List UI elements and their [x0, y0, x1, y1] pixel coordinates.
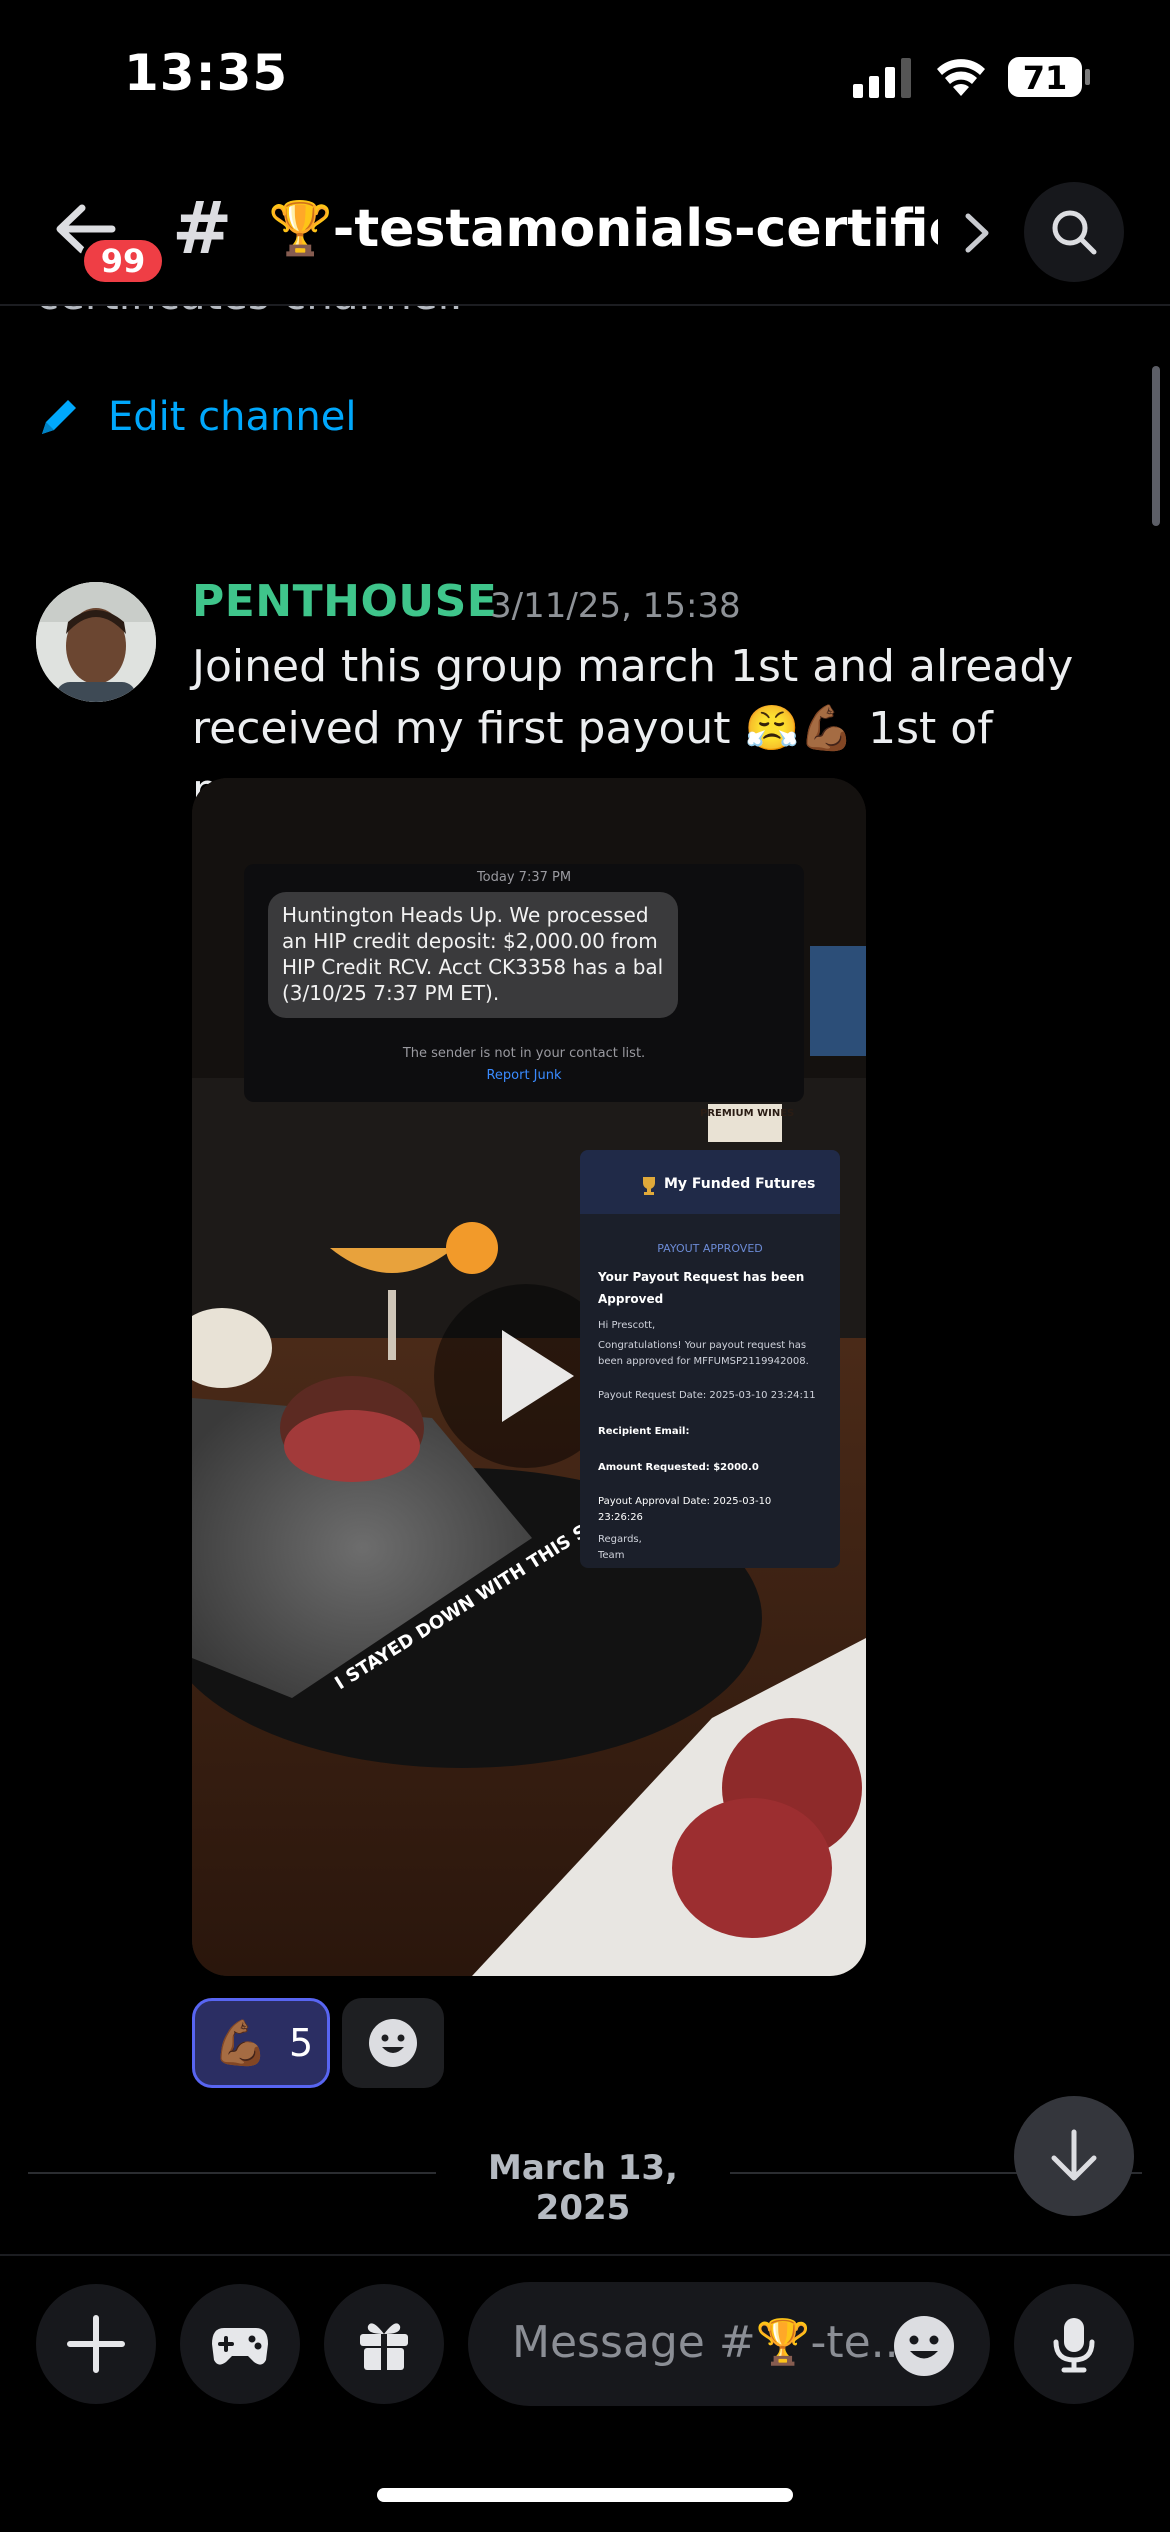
scrollbar[interactable] — [1152, 366, 1160, 526]
message-timestamp: 3/11/25, 15:38 — [490, 586, 741, 626]
payout-regards: Regards, — [598, 1534, 642, 1545]
payout-recipient: Recipient Email: — [598, 1426, 690, 1437]
reaction-count: 5 — [289, 2021, 314, 2065]
sms-screenshot: Today 7:37 PM Huntington Heads Up. We pr… — [244, 864, 804, 1102]
add-reaction-button[interactable] — [342, 1998, 444, 2088]
sms-bubble: Huntington Heads Up. We processed an HIP… — [268, 892, 678, 1018]
jump-to-latest-button[interactable] — [1014, 2096, 1134, 2216]
trophy-icon — [643, 1177, 655, 1195]
message-input[interactable]: Message #🏆-te.. — [468, 2282, 990, 2406]
home-indicator — [377, 2488, 793, 2502]
channel-header: 99 # 🏆-testamonials-certifica... — [0, 160, 1170, 306]
message-author[interactable]: PENTHOUSE — [192, 576, 497, 627]
channel-title[interactable]: 🏆-testamonials-certifica... — [268, 198, 938, 259]
hash-icon: # — [172, 186, 233, 270]
date-divider-line — [28, 2172, 436, 2174]
payout-status: PAYOUT APPROVED — [657, 1242, 763, 1255]
voice-message-button[interactable] — [1014, 2284, 1134, 2404]
battery-icon: 71 — [1007, 56, 1091, 98]
message-list[interactable]: certificates channel. Edit channel PENTH… — [0, 306, 1170, 2256]
message-placeholder: Message #🏆-te.. — [512, 2317, 899, 2368]
chevron-right-icon[interactable] — [962, 210, 992, 256]
payout-amount: Amount Requested: $2000.0 — [598, 1462, 759, 1473]
payout-brand: My Funded Futures — [664, 1176, 816, 1192]
sms-time: Today 7:37 PM — [476, 870, 572, 885]
cellular-signal-icon — [853, 58, 911, 98]
sms-report-junk: Report Junk — [486, 1068, 562, 1083]
add-attachment-button[interactable] — [36, 2284, 156, 2404]
payout-heading: Your Payout Request has been Approved — [598, 1270, 805, 1306]
payout-request-date: Payout Request Date: 2025-03-10 23:24:11 — [598, 1390, 816, 1401]
payout-header: My Funded Futures — [580, 1150, 840, 1214]
gift-button[interactable] — [324, 2284, 444, 2404]
gamepad-icon — [212, 2328, 268, 2365]
arrow-down-icon — [1051, 2129, 1097, 2181]
payout-greeting: Hi Prescott, — [598, 1320, 656, 1331]
wine-sign: PREMIUM WINES — [700, 1108, 795, 1119]
channel-description: certificates channel. — [36, 306, 463, 319]
payout-team: Team — [598, 1550, 625, 1561]
microphone-icon — [1053, 2318, 1095, 2373]
status-time: 13:35 — [124, 44, 289, 102]
date-divider: March 13, 2025 — [488, 2148, 678, 2228]
payout-approval-date: Payout Approval Date: 2025-03-10 23:26:2… — [598, 1496, 772, 1523]
reaction-flexed-bicep[interactable]: 💪🏾 5 — [192, 1998, 330, 2088]
message-emoji: 😤💪🏾 — [744, 703, 855, 754]
plus-icon — [67, 2315, 125, 2373]
reaction-emoji: 💪🏾 — [213, 2018, 268, 2069]
pencil-icon — [42, 400, 76, 434]
search-button[interactable] — [1024, 182, 1124, 282]
emoji-picker-icon[interactable] — [892, 2314, 956, 2378]
payout-email: My Funded Futures PAYOUT APPROVED Your P… — [580, 1150, 840, 1568]
status-bar: 13:35 71 — [0, 0, 1170, 150]
unread-badge: 99 — [80, 236, 166, 286]
battery-level: 71 — [1022, 59, 1068, 97]
edit-channel-label: Edit channel — [108, 394, 357, 440]
gift-icon — [360, 2323, 408, 2370]
avatar[interactable] — [36, 582, 156, 702]
video-attachment[interactable]: I STAYED DOWN WITH THIS SHIT PREMIUM WIN… — [192, 778, 866, 1976]
sms-body: Huntington Heads Up. We processed an HIP… — [282, 903, 664, 1005]
activities-button[interactable] — [180, 2284, 300, 2404]
sms-not-in-contacts: The sender is not in your contact list. — [402, 1046, 646, 1061]
wifi-icon — [937, 59, 985, 96]
search-icon — [1052, 210, 1097, 255]
smiley-icon — [369, 2019, 417, 2067]
message-composer: Message #🏆-te.. — [0, 2254, 1170, 2532]
payout-congrats: Congratulations! Your payout request has… — [598, 1340, 809, 1367]
